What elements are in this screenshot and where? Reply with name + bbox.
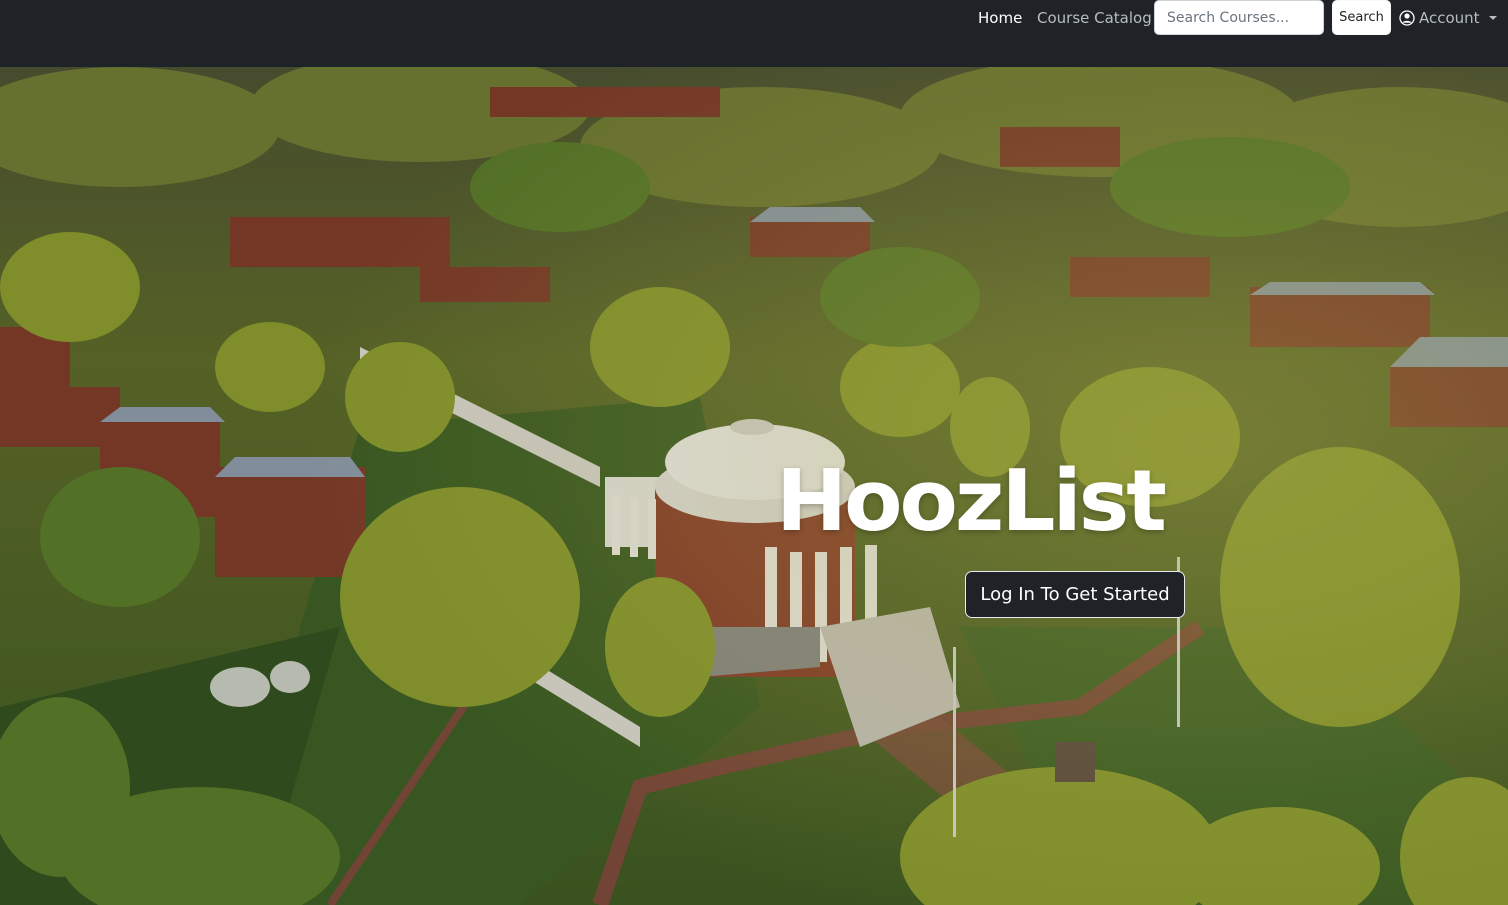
- search-input[interactable]: [1154, 0, 1324, 35]
- hero-section: HoozList Log In To Get Started: [0, 67, 1508, 905]
- caret-down-icon: [1488, 15, 1497, 21]
- campus-aerial-photo: [0, 67, 1508, 905]
- account-label: Account: [1419, 9, 1480, 27]
- hero-title: HoozList: [776, 452, 1167, 551]
- search-button[interactable]: Search: [1332, 0, 1391, 35]
- top-navbar: Home Course Catalog Search Account: [0, 0, 1508, 67]
- account-dropdown-toggle[interactable]: Account: [1399, 9, 1497, 27]
- person-circle-icon: [1399, 10, 1415, 26]
- nav-link-home[interactable]: Home: [978, 9, 1022, 27]
- login-get-started-button[interactable]: Log In To Get Started: [965, 571, 1185, 618]
- nav-link-course-catalog[interactable]: Course Catalog: [1037, 9, 1152, 27]
